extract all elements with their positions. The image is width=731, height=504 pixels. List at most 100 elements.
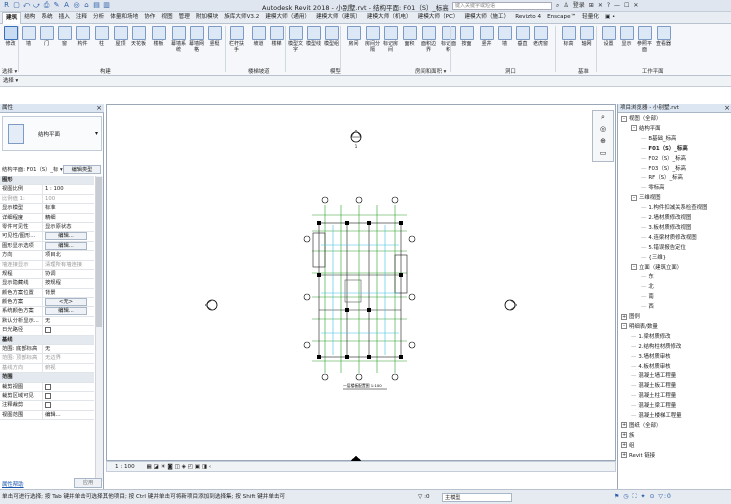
browser-item[interactable]: —1.梁材质修改 [631, 333, 671, 341]
ribbon-button-18[interactable]: 房间 [345, 26, 362, 47]
tab-11[interactable]: 族库大师V3.2 [221, 12, 262, 23]
property-value[interactable]: 协调 [43, 270, 94, 278]
tab-18[interactable]: Enscape™ [544, 12, 579, 23]
browser-item[interactable]: — 北 [641, 283, 654, 291]
tab-16[interactable]: 建模大师（施工） [461, 12, 512, 23]
property-value[interactable] [43, 392, 94, 400]
ribbon-button-9[interactable]: 幕墙系统 [170, 26, 187, 53]
tab-10[interactable]: 附加模块 [193, 12, 221, 23]
select-dropdown[interactable]: 选择 ▾ [3, 78, 18, 84]
tab-19[interactable]: 轻量化 [579, 12, 602, 23]
checkbox[interactable] [45, 327, 51, 334]
property-row[interactable]: 默认分析显示... 无 [0, 316, 94, 327]
ribbon-button-25[interactable]: 竖井 [478, 26, 495, 47]
tab-15[interactable]: 建模大师（PC） [415, 12, 462, 23]
tab-9[interactable]: 管理 [176, 12, 193, 23]
chevron-down-icon[interactable]: ▾ [95, 130, 98, 137]
browser-item[interactable]: — F02（S）_标高 [641, 155, 686, 163]
ribbon-button-17[interactable]: 模型组 [323, 26, 340, 47]
elevation-marker-north[interactable]: 1 [350, 129, 362, 149]
tab-3[interactable]: 插入 [56, 12, 73, 23]
browser-item[interactable]: —3.板材质修改视图 [641, 224, 691, 232]
workset-selector[interactable]: 主模型 [442, 493, 512, 502]
cart-icon[interactable]: ⊞ [589, 1, 594, 11]
browser-item[interactable]: — RF（S）_标高 [641, 174, 683, 182]
nav-tool-icon[interactable]: ▭ [593, 147, 613, 159]
property-value[interactable]: 无 [43, 317, 94, 325]
ribbon-button-11[interactable]: 竖梃 [206, 26, 223, 47]
status-icons[interactable]: ⚑ ◷ ⛶ ✦ ⊙ ▽:0 [614, 490, 672, 504]
browser-item[interactable]: - 明细表/数量 [621, 323, 658, 331]
scrollbar-thumb[interactable] [96, 177, 102, 327]
property-row[interactable]: 零件可见性 显示原状态 [0, 222, 94, 233]
property-value[interactable]: 100 [43, 195, 94, 203]
ribbon-button-23[interactable]: 标记面积 [440, 26, 457, 53]
qat-tool-icon[interactable]: A [62, 1, 71, 10]
qat-tool-icon[interactable]: R [2, 1, 11, 10]
ribbon-button-2[interactable]: 门 [38, 26, 55, 47]
property-row[interactable]: 颜色方案位置 背景 [0, 288, 94, 299]
qat-tool-icon[interactable]: ⤺ [22, 1, 31, 10]
browser-item[interactable]: — 南 [641, 293, 654, 301]
tab-1[interactable]: 结构 [21, 12, 38, 23]
expand-toggle-icon[interactable]: - [631, 125, 637, 132]
browser-item[interactable]: - 三维视图 [631, 194, 661, 202]
property-value[interactable]: 1 : 100 [43, 185, 94, 193]
browser-item[interactable]: —2.墙材质修改视图 [641, 214, 691, 222]
property-value[interactable]: <无> [43, 298, 94, 307]
property-value[interactable]: 显示原状态 [43, 223, 94, 231]
browser-item[interactable]: —4.板材质审核 [631, 363, 671, 371]
tab-2[interactable]: 系统 [38, 12, 55, 23]
property-value[interactable]: 背景 [43, 289, 94, 297]
property-row[interactable]: 颜色方案 <无> [0, 298, 94, 308]
tab-17[interactable]: Revizto 4 [512, 12, 544, 23]
property-row[interactable]: 显示模型 标准 [0, 204, 94, 214]
expand-toggle-icon[interactable]: - [621, 115, 627, 122]
qat-tool-icon[interactable]: ▤ [92, 1, 101, 10]
tab-6[interactable]: 体量和场地 [107, 12, 141, 23]
browser-item[interactable]: —4.连梁材质修改视图 [641, 234, 697, 242]
expand-toggle-icon[interactable]: - [631, 194, 637, 201]
browser-item[interactable]: + 组 [621, 442, 634, 450]
type-selector[interactable]: 结构平面 ▾ [2, 116, 102, 151]
edit-type-button[interactable]: 编辑类型 [63, 165, 101, 174]
navigation-bar[interactable]: ⌕ ◎ ⊕ ▭ [592, 110, 614, 162]
tab-13[interactable]: 建模大师（建筑） [313, 12, 364, 23]
ribbon-button-29[interactable]: 标高 [560, 26, 577, 47]
browser-item[interactable]: —1.构件扣减关系检查视图 [641, 204, 707, 212]
property-row[interactable]: 裁剪区域可见 [0, 391, 94, 402]
qat-tool-icon[interactable]: ⤻ [32, 1, 41, 10]
ribbon-button-21[interactable]: 面积 [401, 26, 418, 47]
nav-tool-icon[interactable]: ⌕ [593, 111, 613, 123]
property-value[interactable]: 标准 [43, 204, 94, 212]
expand-toggle-icon[interactable]: + [621, 313, 627, 320]
property-value[interactable] [43, 401, 94, 409]
close-icon[interactable]: × [96, 104, 102, 113]
property-value[interactable] [43, 383, 94, 391]
properties-help-link[interactable]: 属性帮助 [2, 480, 24, 488]
tab-8[interactable]: 视图 [158, 12, 175, 23]
browser-item[interactable]: — F03（S）_标高 [641, 165, 686, 173]
browser-item[interactable]: — 混凝土板工程量 [631, 382, 676, 390]
property-row[interactable]: 可见性/图形... 编辑... [0, 232, 94, 242]
property-value[interactable]: 俯视 [43, 364, 94, 372]
browser-item[interactable]: - 立面（建筑立面） [631, 264, 682, 272]
browser-item[interactable]: — 东 [641, 273, 654, 281]
maximize-button[interactable]: ☐ [624, 1, 629, 11]
property-row[interactable]: 图形显示选项 编辑... [0, 241, 94, 252]
property-row[interactable]: 详细程度 精细 [0, 213, 94, 223]
browser-item[interactable]: —5.错误报告定位 [641, 244, 686, 252]
qat-tool-icon[interactable]: ⌂ [82, 1, 91, 10]
checkbox[interactable] [45, 392, 51, 399]
property-value[interactable]: 项目北 [43, 251, 94, 259]
qat-tool-icon[interactable]: ✎ [52, 1, 61, 10]
browser-item[interactable]: — 混凝土梁工程量 [631, 402, 676, 410]
ribbon-button-24[interactable]: 按面 [458, 26, 475, 47]
ribbon-button-32[interactable]: 显示 [618, 26, 635, 47]
browser-item[interactable]: + 族 [621, 432, 634, 440]
qat-tool-icon[interactable]: ⎙ [42, 1, 51, 10]
nav-tool-icon[interactable]: ◎ [593, 123, 613, 135]
ribbon-button-1[interactable]: 墙 [20, 26, 37, 47]
browser-item[interactable]: + 图纸（全部） [621, 422, 661, 430]
ribbon-button-20[interactable]: 标记房间 [382, 26, 399, 53]
